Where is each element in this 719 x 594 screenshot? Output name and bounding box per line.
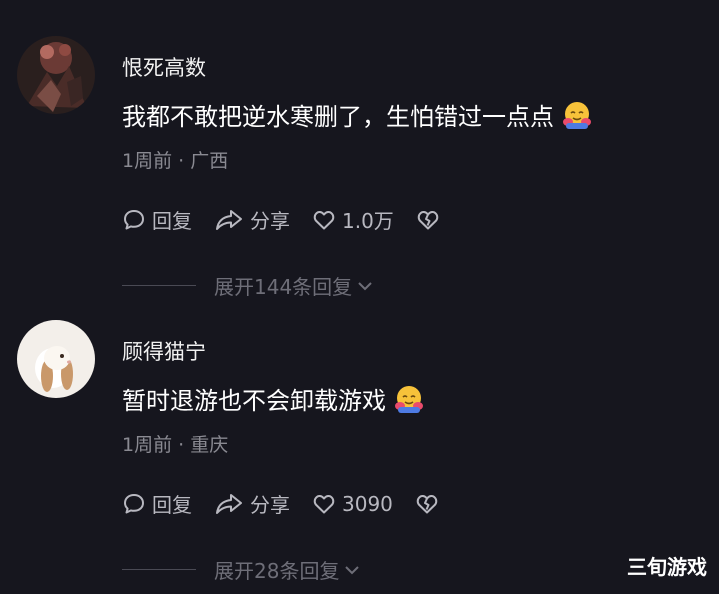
divider-line <box>122 569 196 570</box>
reply-bubble-icon <box>124 493 144 513</box>
avatar[interactable] <box>17 36 95 114</box>
divider-line <box>122 285 196 286</box>
avatar[interactable] <box>17 320 95 398</box>
expand-replies-button[interactable]: 展开144条回复 <box>122 271 374 300</box>
chevron-down-icon <box>345 565 360 574</box>
comment-location: 重庆 <box>190 434 229 456</box>
share-button[interactable]: 分享 <box>214 205 290 234</box>
meta-separator: · <box>172 150 191 172</box>
heart-icon <box>313 494 335 513</box>
comment-text: 我都不敢把逆水寒删了，生怕错过一点点 <box>122 97 592 132</box>
share-button[interactable]: 分享 <box>214 489 290 518</box>
share-arrow-icon <box>216 493 242 514</box>
comment-meta: 1周前 · 广西 <box>122 146 228 173</box>
username[interactable]: 顾得猫宁 <box>122 336 206 366</box>
reply-bubble-icon <box>124 209 144 229</box>
reply-button[interactable]: 回复 <box>122 205 192 234</box>
hugging-face-emoji <box>562 100 592 130</box>
expand-replies-label: 展开28条回复 <box>214 559 340 583</box>
share-label: 分享 <box>250 209 290 233</box>
comment-actions: 回复 分享 3090 <box>122 489 467 518</box>
comment-location: 广西 <box>190 150 229 172</box>
like-button[interactable]: 3090 <box>312 492 393 516</box>
expand-replies-label: 展开144条回复 <box>214 275 353 299</box>
comment-time: 1周前 <box>122 150 173 172</box>
chevron-down-icon <box>358 281 372 290</box>
reply-label: 回复 <box>152 493 192 517</box>
like-count: 3090 <box>342 491 393 516</box>
reply-label: 回复 <box>152 209 192 233</box>
broken-heart-icon <box>416 494 438 513</box>
reply-button[interactable]: 回复 <box>122 489 192 518</box>
dislike-button[interactable] <box>415 492 445 516</box>
like-button[interactable]: 1.0万 <box>312 205 394 234</box>
comment-text-content: 暂时退游也不会卸载游戏 <box>122 387 386 415</box>
comment-meta: 1周前 · 重庆 <box>122 430 228 457</box>
comment-text-content: 我都不敢把逆水寒删了，生怕错过一点点 <box>122 103 554 131</box>
watermark: 三旬游戏 <box>627 555 707 579</box>
like-count: 1.0万 <box>342 209 394 233</box>
comment-text: 暂时退游也不会卸载游戏 <box>122 381 424 416</box>
comment-actions: 回复 分享 1.0万 <box>122 205 468 234</box>
broken-heart-icon <box>417 210 439 229</box>
username[interactable]: 恨死高数 <box>122 52 206 82</box>
hugging-face-emoji <box>394 384 424 414</box>
share-arrow-icon <box>216 209 242 230</box>
heart-icon <box>313 210 335 229</box>
dislike-button[interactable] <box>416 208 446 232</box>
meta-separator: · <box>172 434 191 456</box>
share-label: 分享 <box>250 493 290 517</box>
comment-time: 1周前 <box>122 434 173 456</box>
expand-replies-button[interactable]: 展开28条回复 <box>122 555 361 584</box>
